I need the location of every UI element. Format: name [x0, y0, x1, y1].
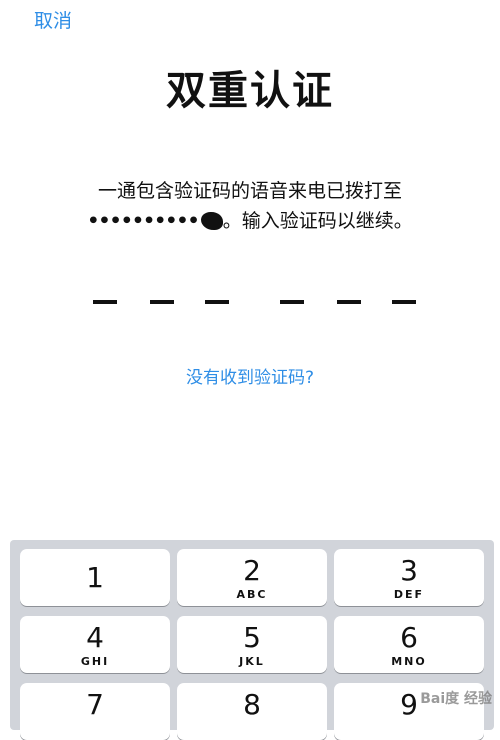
key-letters: GHI	[80, 655, 110, 668]
key-letters: DEF	[393, 588, 425, 601]
key-8[interactable]: 8	[177, 683, 327, 740]
no-code-received-link[interactable]: 没有收到验证码?	[0, 363, 500, 388]
message-line-2-suffix: 。输入验证码以继续。	[222, 210, 413, 232]
code-slot-4	[280, 300, 304, 304]
key-number: 7	[86, 688, 104, 721]
key-letters: JKL	[239, 655, 265, 668]
cancel-button[interactable]: 取消	[34, 6, 72, 33]
key-2[interactable]: 2 ABC	[177, 549, 327, 606]
code-slot-1	[93, 300, 117, 304]
code-slot-6	[392, 300, 416, 304]
key-number: 6	[400, 621, 418, 654]
message-line-2: •••••••••• 。输入验证码以继续。	[0, 206, 500, 236]
key-4[interactable]: 4 GHI	[20, 616, 170, 673]
key-letters: ABC	[236, 588, 268, 601]
message-line-1: 一通包含验证码的语音来电已拨打至	[97, 180, 402, 202]
verification-message: 一通包含验证码的语音来电已拨打至 •••••••••• 。输入验证码以继续。	[0, 176, 500, 236]
code-slot-3	[205, 300, 229, 304]
masked-phone-number: ••••••••••	[87, 210, 199, 232]
key-letters: MNO	[391, 655, 427, 668]
page-title: 双重认证	[166, 68, 334, 114]
key-3[interactable]: 3 DEF	[334, 549, 484, 606]
baidu-watermark: Bai度 经验	[420, 691, 492, 707]
key-number: 2	[243, 554, 261, 587]
key-number: 5	[243, 621, 261, 654]
key-5[interactable]: 5 JKL	[177, 616, 327, 673]
key-number: 8	[243, 688, 261, 721]
code-input[interactable]	[0, 300, 500, 308]
redaction-blot	[200, 212, 223, 230]
key-1[interactable]: 1	[20, 549, 170, 606]
key-number: 1	[86, 561, 104, 594]
code-slot-2	[150, 300, 174, 304]
code-slot-5	[337, 300, 361, 304]
key-7[interactable]: 7	[20, 683, 170, 740]
key-number: 3	[400, 554, 418, 587]
key-6[interactable]: 6 MNO	[334, 616, 484, 673]
key-number: 4	[86, 621, 104, 654]
